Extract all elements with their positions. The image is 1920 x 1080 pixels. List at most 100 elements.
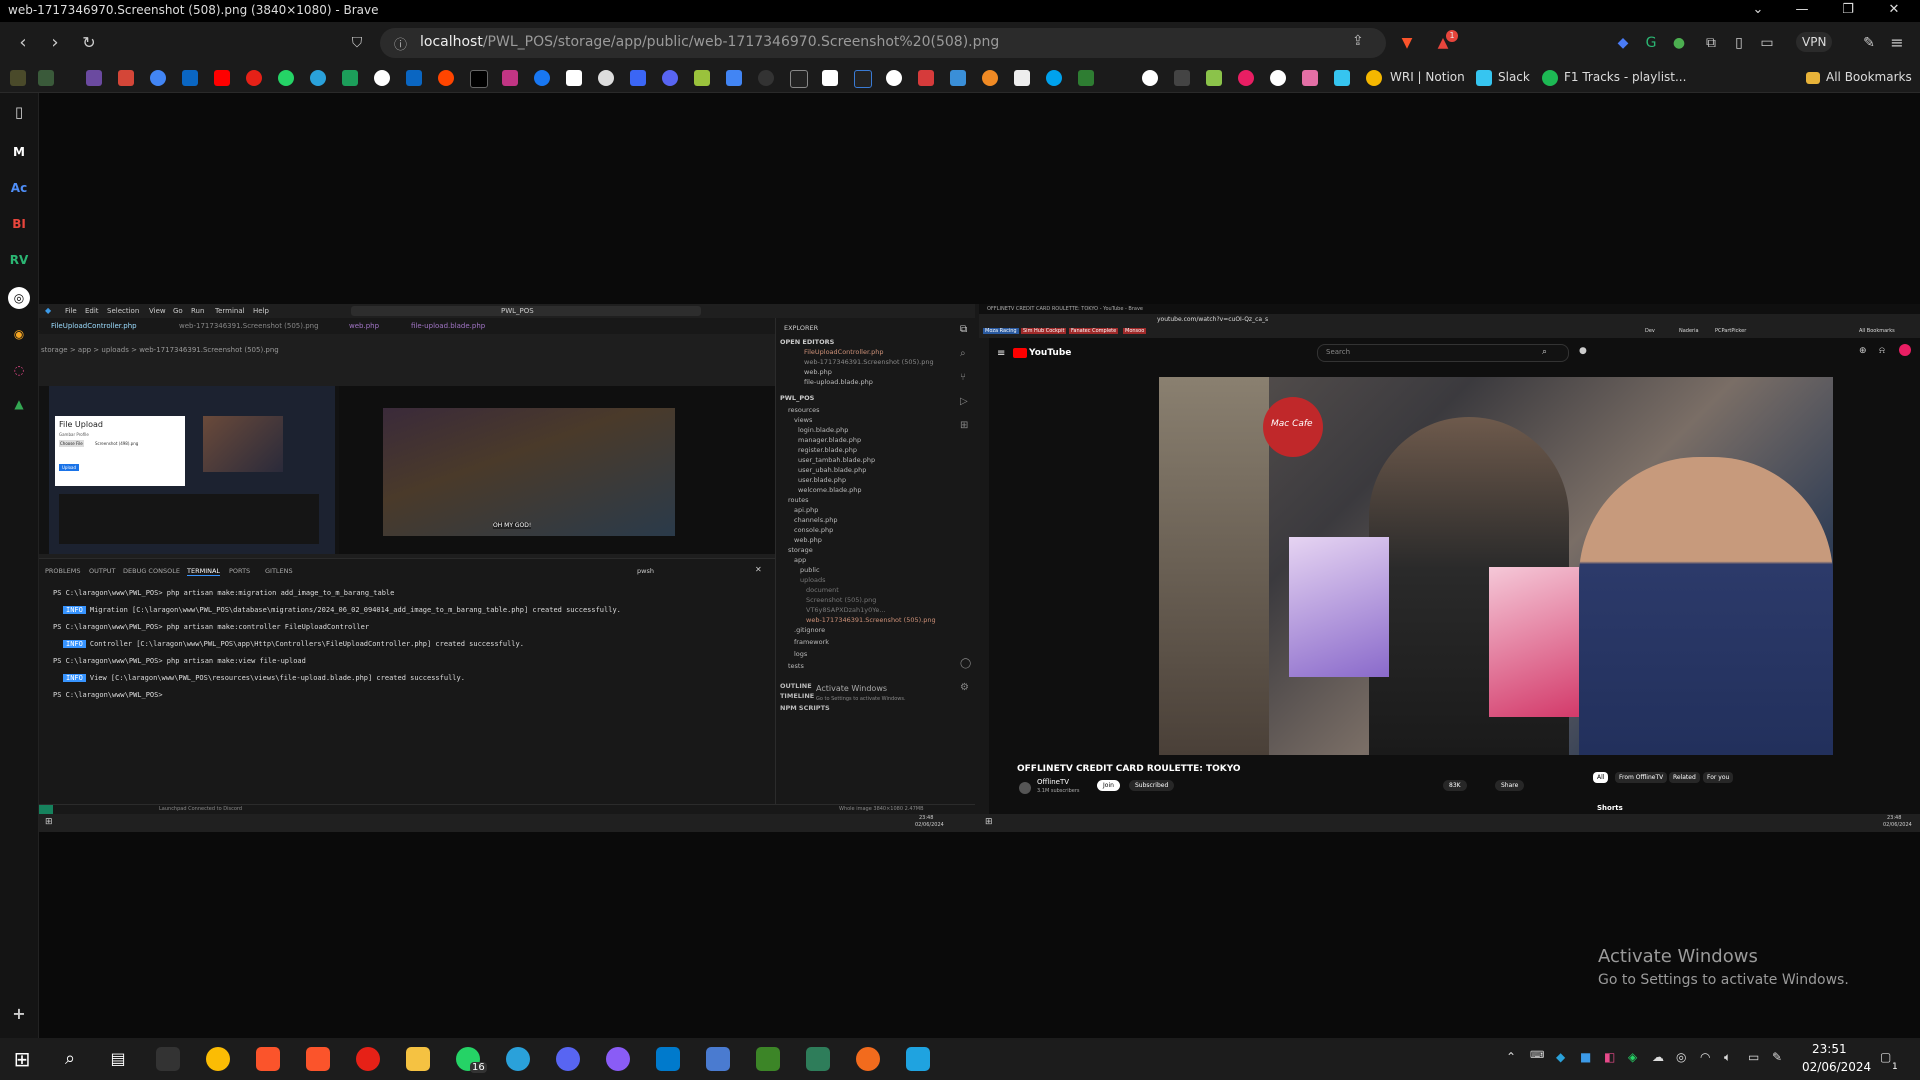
open-editor-item[interactable]: file-upload.blade.php bbox=[804, 378, 873, 386]
wallet-icon[interactable]: ▭ bbox=[1756, 32, 1778, 54]
command-center[interactable]: PWL_POS bbox=[351, 306, 701, 316]
upload-button[interactable]: Upload bbox=[59, 464, 80, 471]
tray-app-icon[interactable]: ■ bbox=[1580, 1050, 1591, 1064]
windows-start-icon[interactable]: ⊞ bbox=[10, 1047, 34, 1071]
ime-icon[interactable]: ⌨ bbox=[1530, 1050, 1544, 1061]
taskbar-time[interactable]: 23:51 bbox=[1812, 1042, 1847, 1056]
bookmark-favicon[interactable] bbox=[982, 70, 998, 86]
tree-item[interactable]: storage bbox=[788, 546, 813, 554]
tree-item[interactable]: VT6y8SAPXDzah1y0Ye... bbox=[806, 606, 886, 614]
terminal-prompt[interactable]: PS C:\laragon\www\PWL_POS> bbox=[53, 691, 163, 699]
x-icon[interactable] bbox=[470, 70, 488, 88]
menu-go[interactable]: Go bbox=[173, 307, 183, 315]
app-icon[interactable] bbox=[906, 1047, 930, 1071]
pen-icon[interactable]: ✎ bbox=[1772, 1050, 1782, 1064]
tree-item[interactable]: login.blade.php bbox=[798, 426, 848, 434]
bookmark-favicon[interactable] bbox=[790, 70, 808, 88]
tray-app-icon[interactable]: ◎ bbox=[1676, 1050, 1686, 1064]
tree-item[interactable]: user.blade.php bbox=[798, 476, 846, 484]
open-editor-item[interactable]: FileUploadController.php bbox=[804, 348, 883, 356]
windows-start-icon[interactable]: ⊞ bbox=[45, 817, 53, 827]
forward-button[interactable]: › bbox=[42, 30, 68, 56]
open-editor-item[interactable]: web.php bbox=[804, 368, 832, 376]
github-icon[interactable] bbox=[374, 70, 390, 86]
task-view-icon[interactable]: ▤ bbox=[106, 1047, 130, 1071]
telegram-icon[interactable] bbox=[506, 1047, 530, 1071]
app-icon[interactable] bbox=[706, 1047, 730, 1071]
windows-start-icon[interactable]: ⊞ bbox=[985, 817, 993, 827]
youtube-music-icon[interactable] bbox=[246, 70, 262, 86]
reddit-icon[interactable] bbox=[438, 70, 454, 86]
yt-bookmark[interactable]: Naderia bbox=[1679, 328, 1699, 334]
instagram-icon[interactable] bbox=[502, 70, 518, 86]
yt-bookmark[interactable]: Monsoo bbox=[1123, 328, 1147, 334]
url-text[interactable]: localhost/PWL_POS/storage/app/public/web… bbox=[420, 34, 999, 50]
reload-button[interactable]: ↻ bbox=[76, 30, 102, 56]
bookmark-favicon[interactable] bbox=[630, 70, 646, 86]
tray-app-icon[interactable]: ◆ bbox=[1556, 1050, 1565, 1064]
sidebar-toggle-icon[interactable]: ▯ bbox=[8, 101, 30, 123]
google-icon[interactable] bbox=[150, 70, 166, 86]
tree-item[interactable]: register.blade.php bbox=[798, 446, 857, 454]
tree-item[interactable]: Screenshot (505).png bbox=[806, 596, 876, 604]
tray-app-icon[interactable]: ◈ bbox=[1628, 1050, 1637, 1064]
tab-debug-console[interactable]: DEBUG CONSOLE bbox=[123, 567, 180, 575]
chrome-icon[interactable] bbox=[206, 1047, 230, 1071]
bookmark-favicon[interactable] bbox=[182, 70, 198, 86]
bookmark-favicon[interactable] bbox=[918, 70, 934, 86]
back-button[interactable]: ‹ bbox=[10, 30, 36, 56]
facebook-icon[interactable] bbox=[534, 70, 550, 86]
restore-button[interactable]: ❐ bbox=[1828, 2, 1868, 20]
wifi-icon[interactable]: ◠ bbox=[1700, 1050, 1710, 1064]
youtube-music-icon[interactable] bbox=[356, 1047, 380, 1071]
taskbar-date[interactable]: 02/06/2024 bbox=[1802, 1060, 1871, 1074]
tree-item[interactable]: document bbox=[806, 586, 839, 594]
bookmark-favicon[interactable] bbox=[1142, 70, 1158, 86]
extensions-icon[interactable]: ⊞ bbox=[960, 420, 968, 431]
gear-icon[interactable]: ⚙ bbox=[960, 682, 969, 693]
menu-edit[interactable]: Edit bbox=[85, 307, 99, 315]
bookmark-wri-notion[interactable]: WRI | Notion bbox=[1390, 70, 1465, 84]
yt-bookmark[interactable]: Fanatec Complete bbox=[1069, 328, 1119, 334]
microphone-icon[interactable]: ● bbox=[1579, 346, 1587, 356]
like-button[interactable]: 83K bbox=[1443, 780, 1467, 791]
leo-ai-icon[interactable]: ✎ bbox=[1858, 32, 1880, 54]
chevron-down-icon[interactable]: ⌄ bbox=[1738, 2, 1778, 20]
tree-item[interactable]: web-1717346391.Screenshot (505).png bbox=[806, 616, 936, 624]
bookmark-favicon[interactable] bbox=[758, 70, 774, 86]
bookmark-f1-tracks[interactable]: F1 Tracks - playlist... bbox=[1564, 70, 1686, 84]
bookmark-slack[interactable]: Slack bbox=[1498, 70, 1530, 84]
yt-bookmark[interactable]: PCPartPicker bbox=[1715, 328, 1746, 334]
channel-name[interactable]: OfflineTV bbox=[1037, 778, 1069, 786]
tree-item[interactable]: user_tambah.blade.php bbox=[798, 456, 875, 464]
menu-terminal[interactable]: Terminal bbox=[215, 307, 245, 315]
sidebar-app-icon[interactable]: ◉ bbox=[8, 323, 30, 345]
tab-screenshot[interactable]: web-1717346391.Screenshot (505).png bbox=[179, 322, 319, 330]
menu-help[interactable]: Help bbox=[253, 307, 269, 315]
translate-icon[interactable] bbox=[726, 70, 742, 86]
bookmark-favicon[interactable] bbox=[694, 70, 710, 86]
bell-icon[interactable]: ⍾ bbox=[1879, 346, 1885, 356]
tab-web-php[interactable]: web.php bbox=[349, 322, 379, 330]
brave-shields-icon[interactable]: ▼ bbox=[1396, 32, 1418, 54]
bookmark-favicon[interactable] bbox=[1078, 70, 1094, 86]
tab-problems[interactable]: PROBLEMS bbox=[45, 567, 80, 575]
close-panel-icon[interactable]: ✕ bbox=[755, 565, 762, 574]
sidebar-toggle-icon[interactable]: ▯ bbox=[1728, 32, 1750, 54]
bookmark-favicon[interactable] bbox=[854, 70, 872, 88]
open-editors-header[interactable]: OPEN EDITORS bbox=[780, 338, 834, 346]
tab-file-upload-controller[interactable]: FileUploadController.php bbox=[51, 322, 137, 330]
timeline-header[interactable]: TIMELINE bbox=[780, 692, 814, 700]
yt-bookmark[interactable]: Moza Racing bbox=[983, 328, 1019, 334]
tab-output[interactable]: OUTPUT bbox=[89, 567, 116, 575]
source-control-icon[interactable]: ⑂ bbox=[960, 372, 966, 383]
tree-item[interactable]: user_ubah.blade.php bbox=[798, 466, 866, 474]
tab-terminal[interactable]: TERMINAL bbox=[187, 567, 221, 576]
tree-item[interactable]: channels.php bbox=[794, 516, 838, 524]
brave-icon[interactable] bbox=[306, 1047, 330, 1071]
minecraft-icon[interactable] bbox=[756, 1047, 780, 1071]
channel-avatar[interactable] bbox=[1019, 782, 1031, 794]
bookmark-icon[interactable]: ⛉ bbox=[344, 30, 370, 56]
avatar[interactable] bbox=[1899, 344, 1911, 356]
chip-from-offlinetv[interactable]: From OfflineTV bbox=[1615, 772, 1668, 783]
